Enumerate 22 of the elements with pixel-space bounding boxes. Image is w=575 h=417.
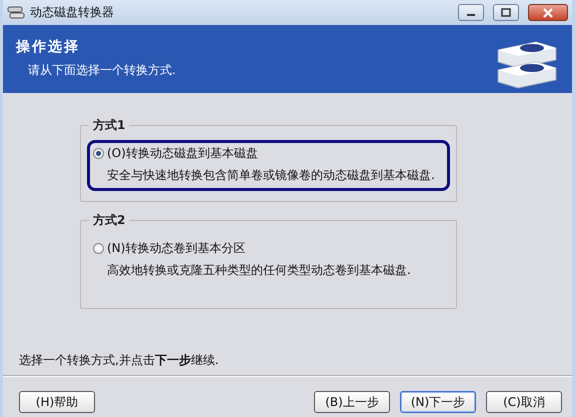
page-title: 操作选择 [16,38,81,56]
maximize-icon [501,8,511,17]
help-button[interactable]: (H)帮助 [19,391,95,413]
instruction-text: 选择一个转换方式,并点击下一步继续. [18,352,220,369]
close-icon [543,8,553,18]
group-title: 方式1 [89,117,130,134]
minimize-button[interactable] [458,4,484,21]
cancel-button[interactable]: (C)取消 [486,391,562,413]
window-title: 动态磁盘转换器 [30,4,115,21]
radio-button[interactable] [93,148,104,159]
option-description: 高效地转换或克隆五种类型的任何类型动态卷到基本磁盘. [107,262,412,279]
close-button[interactable] [528,4,568,21]
radio-button[interactable] [93,243,104,254]
page-subtitle: 请从下面选择一个转换方式. [28,62,176,79]
back-button[interactable]: (B)上一步 [314,391,390,413]
maximize-button[interactable] [493,4,519,21]
group-title: 方式2 [89,212,130,229]
option-description: 安全与快速地转换包含简单卷或镜像卷的动态磁盘到基本磁盘. [107,167,436,184]
option-label[interactable]: (O)转换动态磁盘到基本磁盘 [107,145,258,162]
next-button[interactable]: (N)下一步 [400,391,476,413]
option-label[interactable]: (N)转换动态卷到基本分区 [107,240,246,257]
disk-icon [7,6,25,20]
